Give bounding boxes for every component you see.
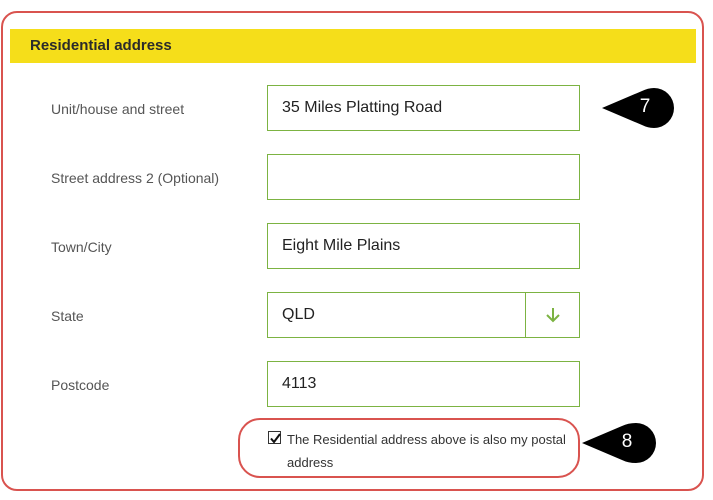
street-value: 35 Miles Platting Road <box>282 99 443 116</box>
street2-input[interactable] <box>267 154 580 200</box>
postcode-label: Postcode <box>51 377 110 393</box>
street-input[interactable]: 35 Miles Platting Road <box>267 85 580 131</box>
street2-label: Street address 2 (Optional) <box>51 170 220 186</box>
street-label: Unit/house and street <box>51 101 185 117</box>
town-input[interactable]: Eight Mile Plains <box>267 223 580 269</box>
callout-8: 8 <box>580 421 660 470</box>
section-title: Residential address <box>30 37 172 54</box>
postcode-value: 4113 <box>282 375 317 392</box>
postal-address-checkbox[interactable] <box>268 431 281 444</box>
town-value: Eight Mile Plains <box>282 237 401 254</box>
select-divider <box>525 293 526 337</box>
state-label: State <box>51 308 84 324</box>
state-value: QLD <box>282 306 315 323</box>
postcode-input[interactable]: 4113 <box>267 361 580 407</box>
callout-8-number: 8 <box>621 431 633 452</box>
checkmark-icon <box>270 433 281 444</box>
section-header: Residential address <box>10 29 696 63</box>
arrow-down-icon[interactable] <box>543 305 563 325</box>
postal-address-checkbox-label[interactable]: The Residential address above is also my… <box>287 428 572 474</box>
callout-7-number: 7 <box>639 96 651 117</box>
callout-7: 7 <box>600 86 675 135</box>
town-label: Town/City <box>51 239 112 255</box>
state-select[interactable]: QLD <box>267 292 580 338</box>
